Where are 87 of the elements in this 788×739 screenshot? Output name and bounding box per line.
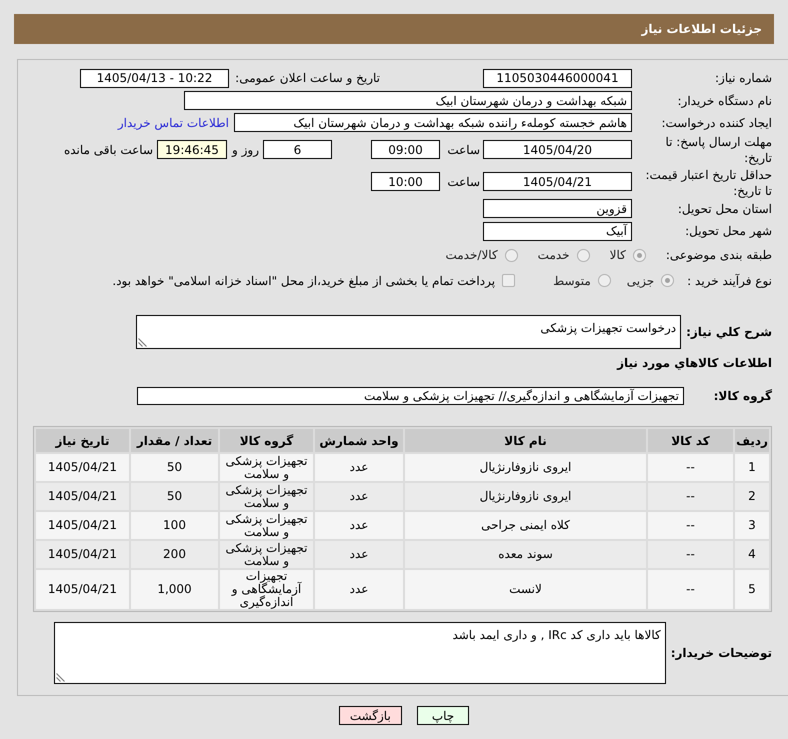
column-header: واحد شمارش — [315, 429, 403, 452]
radio-label: کالا — [610, 247, 626, 264]
section-title: اطلاعات کالاهاي مورد نياز — [616, 355, 772, 372]
field-label: تاریخ و ساعت اعلان عمومی: — [236, 70, 380, 87]
table-cell: تجهیزات آزمایشگاهی و اندازه‌گیری — [220, 570, 313, 609]
text-field[interactable]: 6 — [263, 140, 332, 159]
field-label: ساعت — [446, 174, 480, 190]
table-cell: 1405/04/21 — [36, 541, 129, 568]
column-header: گروه کالا — [220, 429, 313, 452]
table-cell: کلاه ایمنی جراحی — [405, 512, 646, 539]
text-field[interactable]: 10:00 — [371, 172, 440, 191]
table-cell: -- — [648, 541, 733, 568]
table-cell: 50 — [131, 454, 218, 481]
column-header: تاریخ نیاز — [36, 429, 129, 452]
table-cell: تجهیزات پزشکی و سلامت — [220, 541, 313, 568]
table-cell: 100 — [131, 512, 218, 539]
table-cell: عدد — [315, 570, 403, 609]
table-cell: 1 — [735, 454, 769, 481]
contact-link[interactable]: اطلاعات تماس خریدار — [118, 114, 229, 132]
text-field[interactable]: تجهیزات آزمایشگاهی و اندازه‌گیری// تجهیزات پزشکی و سلامت — [137, 387, 684, 405]
table-cell: 50 — [131, 483, 218, 510]
table-cell: 1405/04/21 — [36, 512, 129, 539]
text-field[interactable]: آبیک — [483, 222, 632, 240]
table-cell: 200 — [131, 541, 218, 568]
page-title: جزئیات اطلاعات نیاز — [641, 21, 762, 38]
table-cell: 4 — [735, 541, 769, 568]
field-label: طبقه بندی موضوعی: — [666, 247, 772, 264]
radio-label: خدمت — [538, 247, 570, 264]
field-label: شرح کلي نياز: — [686, 324, 772, 341]
text-field[interactable]: 19:46:45 — [157, 140, 227, 159]
text-field[interactable]: 09:00 — [371, 140, 440, 159]
radio-label: جزیی — [626, 272, 654, 290]
column-header: ردیف — [735, 429, 769, 452]
table-cell: -- — [648, 483, 733, 510]
text-area[interactable]: کالاها باید داری کد IRc , و داری ایمد باشد — [54, 622, 666, 684]
field-label: نام دستگاه خریدار: — [676, 92, 772, 110]
table-cell: 2 — [735, 483, 769, 510]
field-label: استان محل تحویل: — [676, 200, 772, 218]
table-cell: عدد — [315, 512, 403, 539]
text-field[interactable]: شبکه بهداشت و درمان شهرستان ابیک — [184, 91, 632, 110]
text-field[interactable]: هاشم خجسته کوملهء راننده شبکه بهداشت و درمان شهرستان ابیک — [234, 113, 632, 132]
table-cell: 1405/04/21 — [36, 570, 129, 609]
table-cell: عدد — [315, 454, 403, 481]
radio-label: متوسط — [553, 272, 591, 290]
column-header: کد کالا — [648, 429, 733, 452]
table-cell: 1405/04/21 — [36, 454, 129, 481]
table-cell: -- — [648, 454, 733, 481]
field-label: مهلت ارسال پاسخ: تا تاریخ: — [664, 134, 772, 166]
checkbox-label: پرداخت تمام یا بخشی از مبلغ خرید،از محل "اسناد خزانه اسلامی" خواهد بود. — [112, 272, 496, 290]
table-cell: تجهیزات پزشکی و سلامت — [220, 483, 313, 510]
field-label: نوع فرآیند خرید : — [687, 272, 772, 290]
text-area[interactable]: درخواست تجهیزات پزشکی — [136, 315, 682, 349]
text-field[interactable]: 1105030446000041 — [483, 68, 632, 88]
field-label: حداقل تاریخ اعتبار قیمت: تا تاریخ: — [644, 167, 772, 199]
print-button[interactable]: چاپ — [416, 706, 470, 725]
field-label: ایجاد کننده درخواست: — [660, 114, 772, 132]
table-cell: سوند معده — [405, 541, 646, 568]
table-cell: لانست — [405, 570, 646, 609]
back-button[interactable]: بازگشت — [338, 706, 402, 725]
table-cell: 5 — [735, 570, 769, 609]
table-cell: ایروی نازوفارنژیال — [405, 454, 646, 481]
table-cell: 1,000 — [131, 570, 218, 609]
resize-grip-icon[interactable] — [56, 673, 65, 682]
table-cell: عدد — [315, 541, 403, 568]
field-label: شهر محل تحویل: — [684, 223, 772, 240]
column-header: تعداد / مقدار — [131, 429, 218, 452]
table-cell: ایروی نازوفارنژیال — [405, 483, 646, 510]
text-field[interactable]: 1405/04/13 - 10:22 — [80, 68, 229, 88]
column-header: نام کالا — [405, 429, 646, 452]
radio-label: کالا/خدمت — [445, 247, 498, 264]
table-cell: تجهیزات پزشکی و سلامت — [220, 512, 313, 539]
table-cell: 3 — [735, 512, 769, 539]
table-cell: عدد — [315, 483, 403, 510]
table-cell: -- — [648, 570, 733, 609]
resize-grip-icon[interactable] — [138, 338, 148, 347]
table-cell: -- — [648, 512, 733, 539]
field-label: ساعت — [446, 142, 480, 158]
text-field[interactable]: قزوین — [483, 199, 632, 218]
text-field[interactable]: 1405/04/21 — [483, 172, 632, 191]
table-cell: 1405/04/21 — [36, 483, 129, 510]
text-field[interactable]: 1405/04/20 — [483, 140, 632, 159]
field-label: شماره نیاز: — [714, 70, 772, 87]
table-cell: تجهیزات پزشکی و سلامت — [220, 454, 313, 481]
field-label: روز و — [232, 142, 259, 158]
field-label: گروه کالا: — [712, 388, 772, 405]
field-label: توضیحات خریدار: — [670, 645, 772, 662]
field-label: ساعت باقی مانده — [64, 142, 153, 158]
